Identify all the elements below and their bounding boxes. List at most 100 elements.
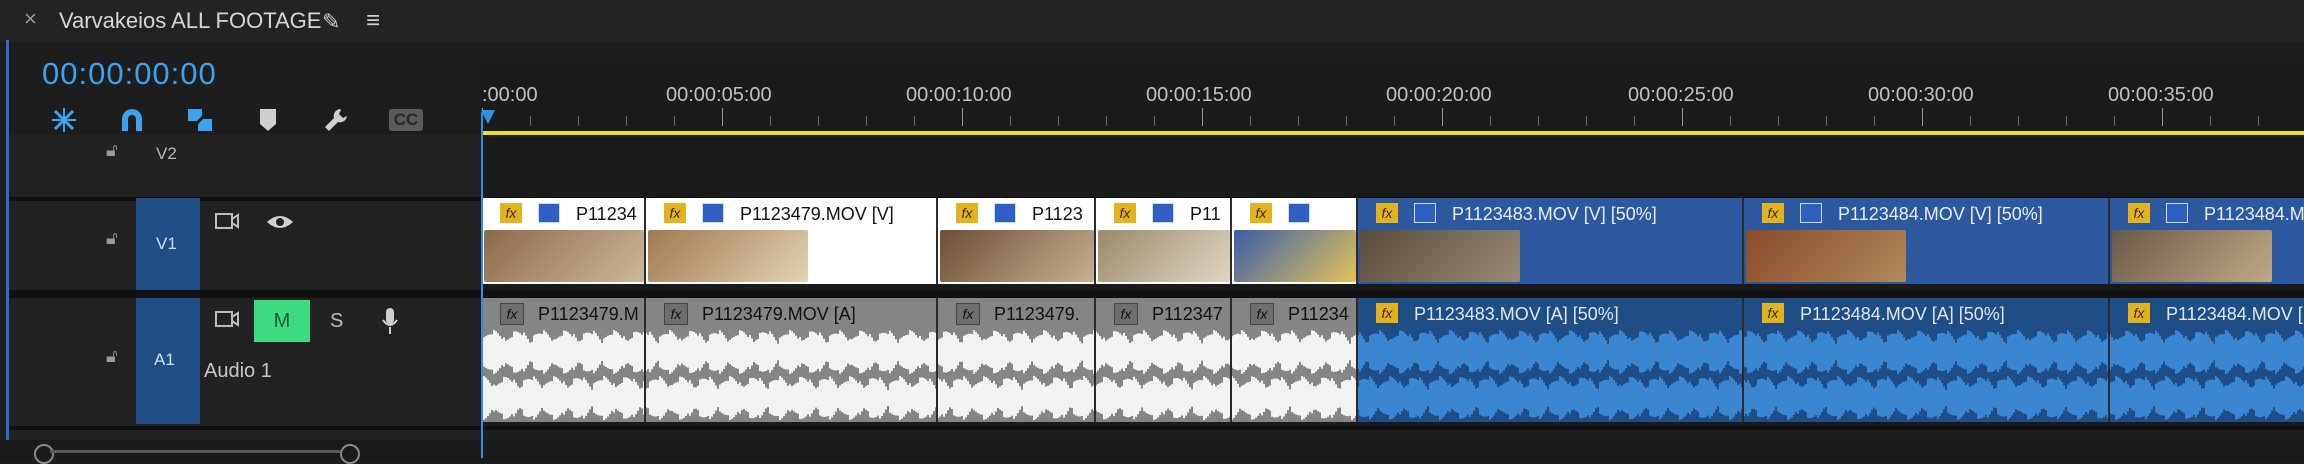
- ruler-label: :00:00: [482, 84, 538, 106]
- lock-icon[interactable]: 🔓︎: [106, 140, 118, 161]
- clip-thumbnail: [940, 230, 1094, 282]
- zoom-track[interactable]: [50, 450, 340, 453]
- ruler-tick: [1250, 116, 1251, 126]
- ruler-label: 00:00:05:00: [666, 84, 772, 106]
- audio-clip[interactable]: fx P1123479.M: [482, 298, 646, 422]
- video-clip[interactable]: fx P1123479.MOV [V]: [646, 198, 938, 284]
- clip-thumbnail: [2112, 230, 2272, 282]
- audio-clip[interactable]: fx P1123479.: [938, 298, 1096, 422]
- time-ruler[interactable]: :00:00 00:00:05:00 00:00:10:00 00:00:15:…: [482, 66, 2304, 134]
- audio-clip[interactable]: fx P11234: [1232, 298, 1358, 422]
- ruler-tick: [674, 116, 675, 126]
- audio-waveform: [482, 330, 644, 420]
- clip-name: P1123484.MO: [2204, 204, 2304, 224]
- ruler-tick: [722, 108, 723, 126]
- video-clip[interactable]: fx P11: [1096, 198, 1232, 284]
- ruler-tick: [1586, 116, 1587, 126]
- track-label-v2[interactable]: V2: [156, 144, 177, 164]
- ruler-tick: [2114, 116, 2115, 126]
- ruler-tick: [866, 116, 867, 126]
- clip-thumbnail: [648, 230, 808, 282]
- track-name-audio-1[interactable]: Audio 1: [204, 360, 272, 383]
- ruler-tick: [1058, 116, 1059, 126]
- lock-icon[interactable]: 🔓︎: [106, 228, 118, 249]
- ruler-tick: [1826, 116, 1827, 126]
- fx-badge-icon: fx: [1762, 203, 1784, 223]
- track-lane-v1[interactable]: fx P11234 fx P1123479.MOV [V] fx P1123 fx P11 fx…: [482, 198, 2304, 290]
- lock-icon[interactable]: 🔓︎: [106, 346, 118, 367]
- ruler-tick: [2066, 116, 2067, 126]
- clip-name: P1123483.MOV [A] [50%]: [1414, 304, 1619, 324]
- fx-badge-icon: fx: [500, 203, 522, 223]
- audio-clip[interactable]: fx P1123479.MOV [A]: [646, 298, 938, 422]
- close-sequence-button[interactable]: ×: [24, 6, 37, 32]
- fx-badge-icon: fx: [1250, 203, 1272, 223]
- clip-name: P1123483.MOV [V] [50%]: [1452, 204, 1657, 224]
- ruler-label: 00:00:35:00: [2108, 84, 2214, 106]
- fx-badge-icon: fx: [664, 203, 686, 223]
- video-clip[interactable]: fx: [1232, 198, 1358, 284]
- track-target-a1[interactable]: A1: [136, 298, 200, 424]
- clip-name: P11234: [576, 204, 637, 224]
- video-clip[interactable]: fx P11234: [482, 198, 646, 284]
- audio-waveform: [2110, 330, 2304, 420]
- solo-track-button[interactable]: S: [330, 310, 343, 333]
- ruler-tick: [1490, 116, 1491, 126]
- ruler-tick: [818, 116, 819, 126]
- fx-badge-icon: fx: [1250, 303, 1274, 325]
- ruler-label: 00:00:10:00: [906, 84, 1012, 106]
- audio-clip[interactable]: fx P1123483.MOV [A] [50%]: [1358, 298, 1744, 422]
- ruler-tick: [1922, 108, 1923, 126]
- track-target-v1[interactable]: V1: [136, 198, 200, 290]
- clip-name: P1123: [1032, 204, 1083, 224]
- audio-waveform: [1232, 330, 1356, 420]
- ruler-tick: [626, 116, 627, 126]
- mute-track-button[interactable]: M: [254, 300, 310, 342]
- fx-badge-icon: fx: [1762, 303, 1784, 323]
- audio-clip[interactable]: fx P112347: [1096, 298, 1232, 422]
- audio-clip[interactable]: fx P1123484.MOV [: [2110, 298, 2304, 422]
- ruler-tick: [914, 116, 915, 126]
- video-clip[interactable]: fx P1123484.MOV [V] [50%]: [1744, 198, 2110, 284]
- video-clip[interactable]: fx P1123483.MOV [V] [50%]: [1358, 198, 1744, 284]
- zoom-scrollbar[interactable]: [0, 440, 2304, 464]
- playhead-timecode[interactable]: 00:00:00:00: [42, 56, 217, 92]
- ruler-tick: [1010, 116, 1011, 126]
- ruler-label: 00:00:25:00: [1628, 84, 1734, 106]
- ruler-tick: [2018, 116, 2019, 126]
- audio-waveform: [1744, 330, 2108, 420]
- ruler-tick: [2162, 108, 2163, 126]
- sync-lock-icon[interactable]: [214, 210, 240, 237]
- audio-clip[interactable]: fx P1123484.MOV [A] [50%]: [1744, 298, 2110, 422]
- zoom-handle-left[interactable]: [34, 444, 54, 464]
- ruler-tick: [962, 108, 963, 126]
- toggle-output-eye-icon[interactable]: [265, 212, 295, 237]
- hamburger-menu-icon[interactable]: ≡: [366, 7, 380, 35]
- sync-lock-icon[interactable]: [214, 308, 240, 335]
- ruler-tick: [1682, 108, 1683, 126]
- video-clip[interactable]: fx P1123484.MO: [2110, 198, 2304, 284]
- ruler-label: 00:00:30:00: [1868, 84, 1974, 106]
- track-lane-a1[interactable]: fx P1123479.M fx P1123479.MOV [A] fx P1123479…: [482, 298, 2304, 426]
- video-clip[interactable]: fx P1123: [938, 198, 1096, 284]
- track-lane-v2[interactable]: [482, 135, 2304, 197]
- voiceover-record-mic-icon[interactable]: [380, 306, 400, 341]
- effect-blend-icon: [1152, 203, 1174, 223]
- playhead-line[interactable]: [481, 112, 483, 458]
- effect-blend-icon: [538, 203, 560, 223]
- clip-thumbnail: [1746, 230, 1906, 282]
- effect-blend-icon: [2166, 203, 2188, 223]
- sequence-title[interactable]: Varvakeios ALL FOOTAGE: [59, 8, 321, 34]
- pencil-icon[interactable]: ✎: [322, 9, 340, 35]
- clip-thumbnail: [484, 230, 644, 282]
- effect-blend-icon: [1414, 203, 1436, 223]
- playhead-handle[interactable]: [481, 110, 495, 124]
- audio-waveform: [1096, 330, 1230, 420]
- zoom-handle-right[interactable]: [340, 444, 360, 464]
- ruler-tick: [770, 116, 771, 126]
- clip-thumbnail: [1360, 230, 1520, 282]
- clip-name: P11234: [1288, 304, 1349, 324]
- track-label-a1: A1: [154, 350, 175, 369]
- audio-waveform: [938, 330, 1094, 420]
- clip-name: P112347: [1152, 304, 1223, 324]
